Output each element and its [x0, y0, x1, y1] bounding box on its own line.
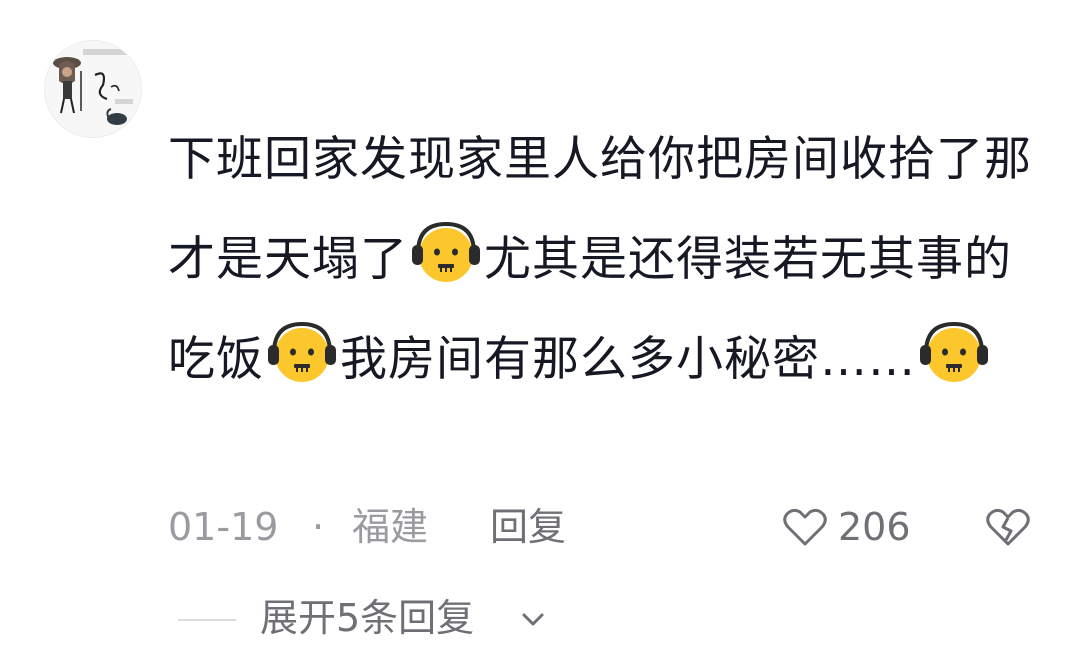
user-avatar-illustration — [45, 41, 141, 137]
headphones-grimace-emoji-icon — [408, 219, 484, 287]
comment-date: 01-19 — [168, 505, 279, 549]
avatar[interactable] — [44, 40, 142, 138]
reply-button[interactable]: 回复 — [490, 497, 566, 557]
comment-text: 下班回家发现家里人给你把房间收拾了那才是天塌了 尤其是还得装若无其事的吃饭 我房… — [168, 110, 1038, 410]
expand-replies-label: 展开5条回复 — [260, 596, 475, 640]
broken-heart-icon[interactable] — [986, 507, 1030, 547]
chevron-down-icon — [522, 613, 544, 626]
headphones-grimace-emoji-icon — [264, 319, 340, 387]
expand-replies-button[interactable]: 展开5条回复 — [178, 588, 578, 648]
comment-item: 下班回家发现家里人给你把房间收拾了那才是天塌了 尤其是还得装若无其事的吃饭 我房… — [0, 0, 1080, 666]
comment-location: 福建 — [352, 505, 429, 549]
heart-icon[interactable] — [782, 507, 828, 547]
meta-separator: · — [312, 505, 325, 549]
like-count: 206 — [838, 505, 911, 549]
headphones-grimace-emoji-icon — [916, 319, 992, 387]
comment-text-part-3: 我房间有那么多小秘密…… — [340, 332, 916, 387]
comment-meta: 01-19 · 福建 回复 206 — [168, 497, 1038, 557]
expand-divider-line — [178, 619, 236, 621]
